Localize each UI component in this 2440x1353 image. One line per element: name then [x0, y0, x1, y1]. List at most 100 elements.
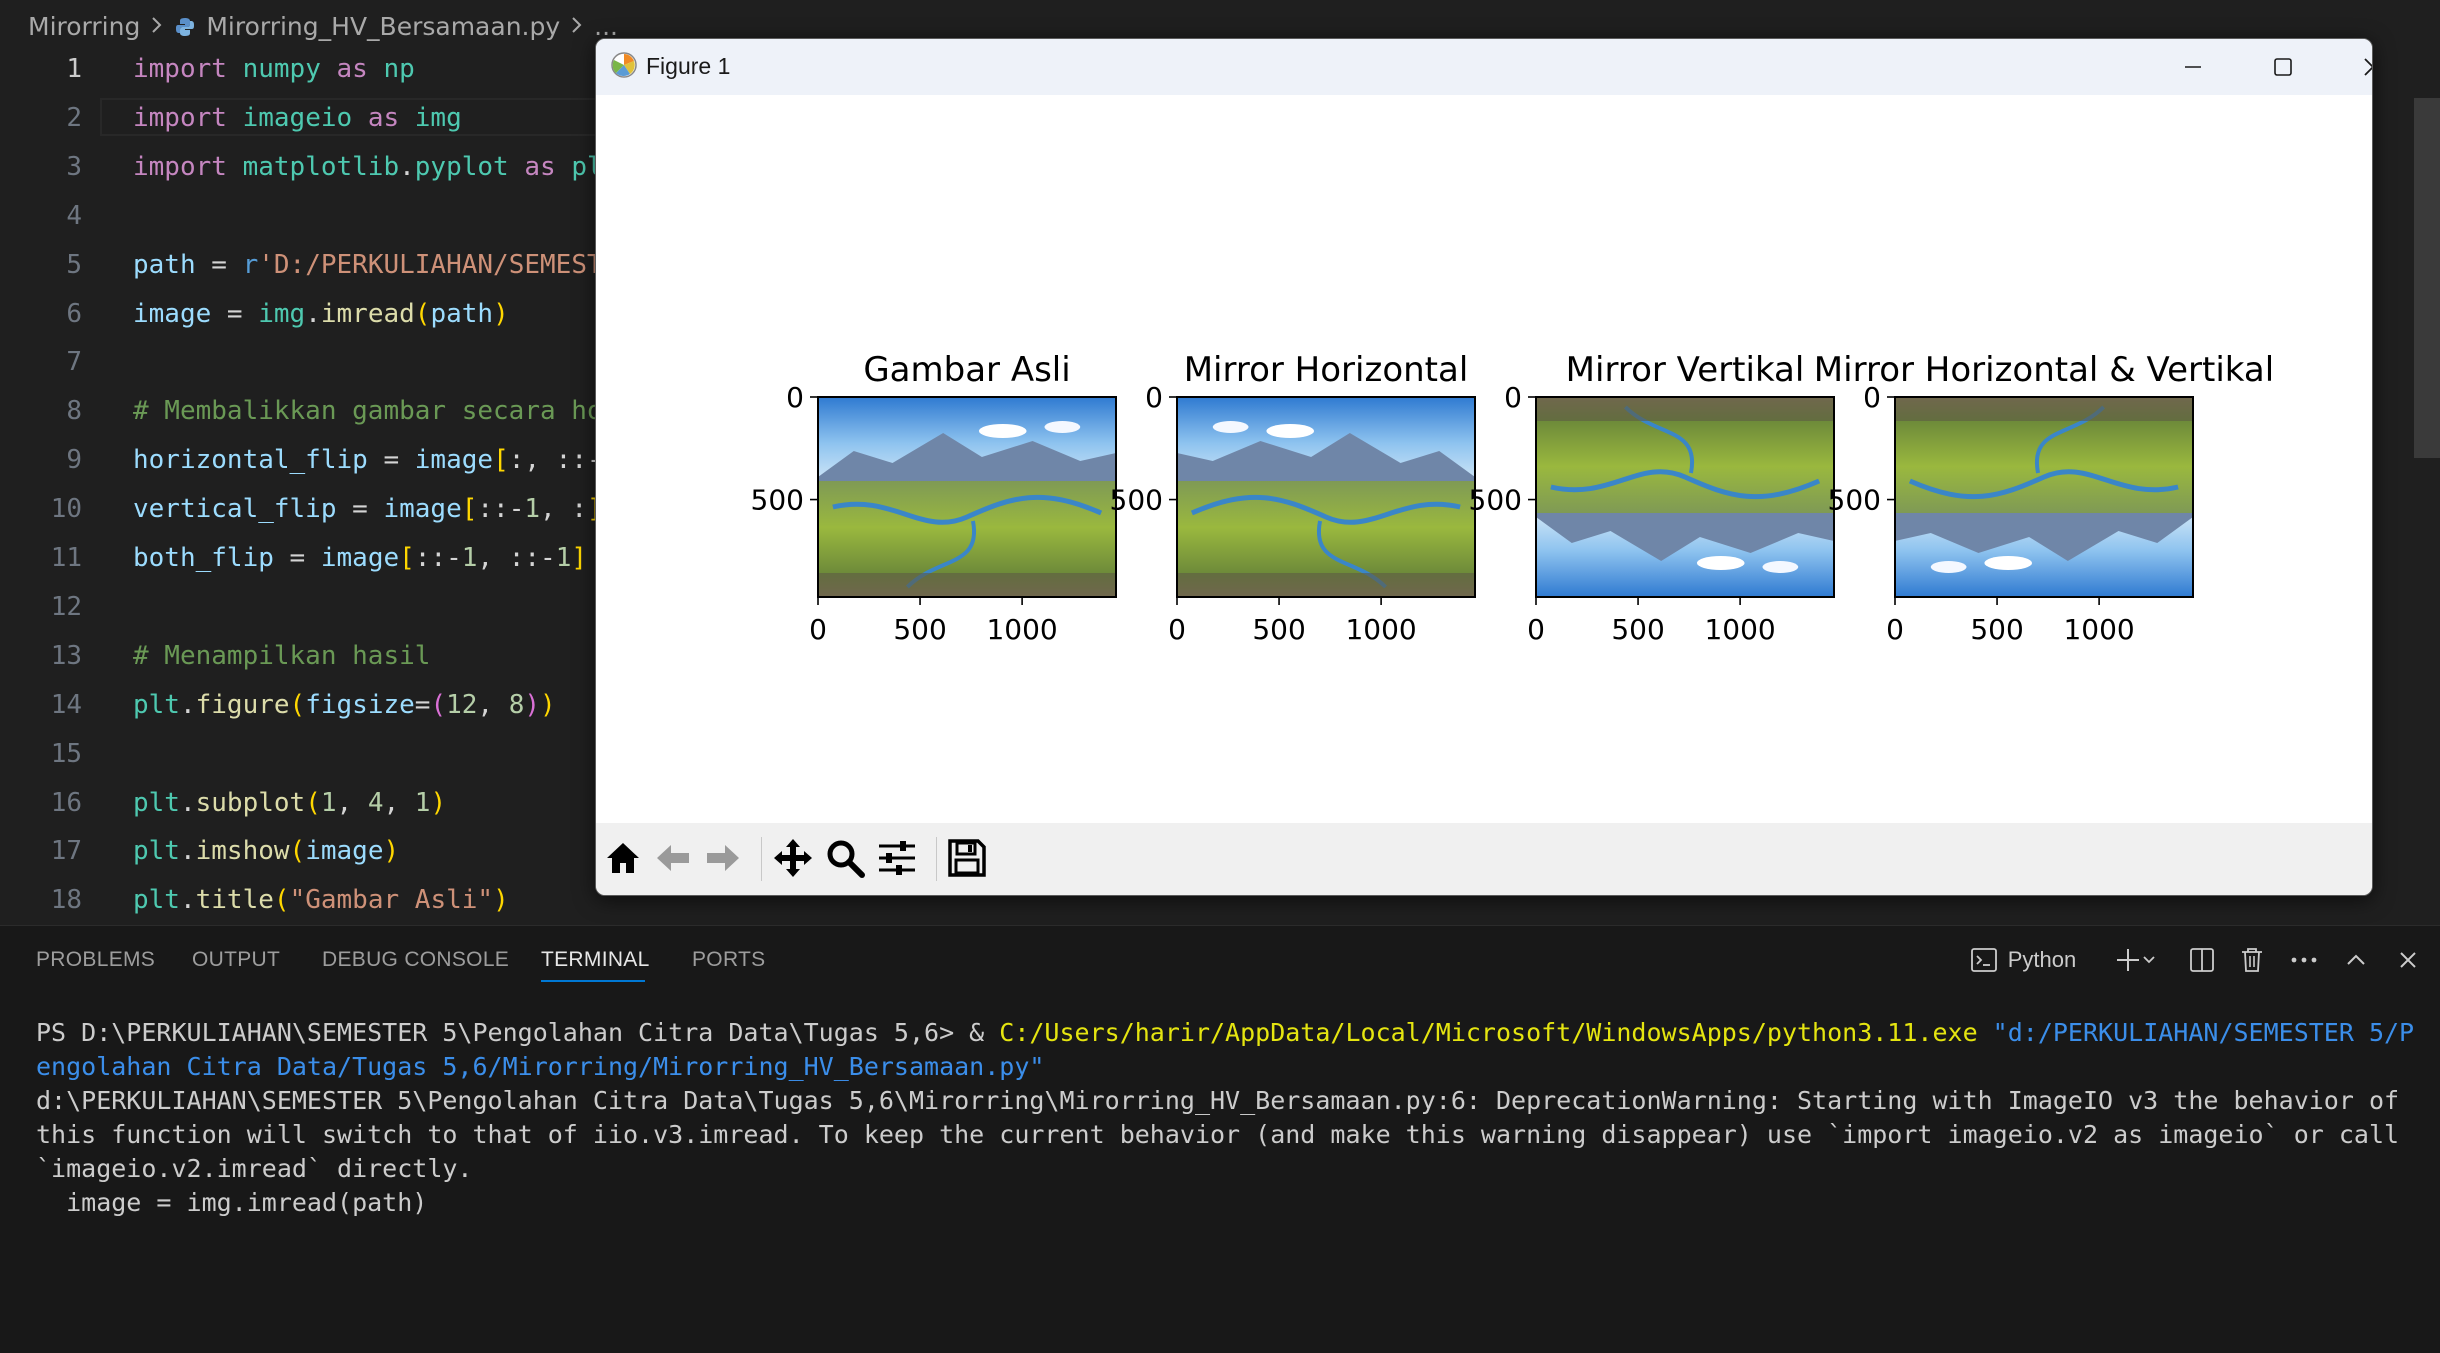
active-tab-indicator — [541, 980, 645, 982]
bottom-panel: PROBLEMS OUTPUT DEBUG CONSOLE TERMINAL P… — [0, 925, 2440, 1353]
terminal-icon — [1970, 948, 1997, 972]
line-number: 1 — [66, 54, 82, 84]
subplot-title: Mirror Horizontal & Vertikal — [1814, 350, 2274, 390]
matplotlib-figure-window[interactable]: Figure 1 Gambar Asli 0 500 1000 0 500 Mi… — [595, 38, 2373, 896]
subplot: Mirror Horizontal & Vertikal0 500 10000500 — [1814, 350, 2274, 646]
more-actions-button[interactable] — [2282, 940, 2326, 980]
tab-debug-console[interactable]: DEBUG CONSOLE — [322, 948, 509, 972]
cloud — [978, 424, 1027, 438]
x-tick-label: 500 — [1252, 613, 1305, 646]
subplot: Gambar Asli 0 500 1000 0 500 — [751, 350, 1117, 646]
subplots: Gambar Asli 0 500 1000 0 500 Mirror Horizontal… — [751, 350, 2275, 646]
line-number: 10 — [50, 494, 82, 525]
line-number: 18 — [50, 885, 82, 916]
figure-title: Figure 1 — [646, 53, 731, 79]
maximize-panel-button[interactable] — [2334, 940, 2378, 980]
pan-button[interactable] — [770, 835, 816, 881]
close-panel-button[interactable] — [2386, 940, 2430, 980]
cloud — [1930, 561, 1967, 573]
forward-button[interactable] — [700, 835, 746, 881]
kill-terminal-button[interactable] — [2230, 940, 2274, 980]
code-text: plt.figure(figsize=(12, 8)) — [133, 689, 556, 720]
code-text: plt.imshow(image) — [133, 836, 400, 867]
configure-subplots-button[interactable] — [874, 835, 920, 881]
subplot: Mirror Horizontal 0 500 1000 0 500 — [1110, 350, 1476, 646]
image-content — [1895, 397, 2193, 597]
foreground — [818, 573, 1116, 597]
minimize-button[interactable] — [2148, 39, 2238, 95]
cloud — [1696, 556, 1745, 570]
line-number: 9 — [66, 445, 82, 476]
x-tick-label: 0 — [1527, 613, 1545, 646]
split-icon — [2190, 948, 2214, 972]
zoom-icon — [827, 840, 865, 878]
code-text: # Menampilkan hasil — [133, 640, 431, 671]
python-file-icon — [174, 15, 196, 37]
close-button[interactable] — [2328, 39, 2372, 95]
matplotlib-app-icon — [610, 51, 638, 79]
x-tick-label: 0 — [809, 613, 827, 646]
terminal-exe-path: C:/Users/harir/AppData/Local/Microsoft/W… — [999, 1018, 1978, 1047]
breadcrumb-file[interactable]: Mirorring_HV_Bersamaan.py — [206, 12, 560, 41]
new-terminal-button[interactable] — [2106, 940, 2166, 980]
subplot-title: Gambar Asli — [863, 350, 1070, 390]
tab-terminal[interactable]: TERMINAL — [541, 948, 650, 972]
zoom-button[interactable] — [822, 835, 868, 881]
y-tick-label: 500 — [1469, 484, 1522, 517]
code-text: import matplotlib.pyplot as pl — [133, 151, 603, 182]
save-icon — [948, 839, 986, 877]
split-terminal-button[interactable] — [2180, 940, 2224, 980]
image-content — [1536, 397, 1834, 597]
back-arrow-icon — [657, 845, 689, 871]
line-number: 13 — [50, 640, 82, 671]
tab-ports[interactable]: PORTS — [692, 948, 765, 972]
maximize-icon — [2274, 58, 2292, 76]
line-number: 5 — [66, 249, 82, 280]
home-button[interactable] — [600, 835, 646, 881]
pan-icon — [774, 839, 812, 877]
editor-scrollbar[interactable] — [2414, 98, 2440, 458]
figure-canvas[interactable]: Gambar Asli 0 500 1000 0 500 Mirror Horizontal… — [596, 95, 2372, 823]
line-number: 6 — [66, 298, 82, 329]
toolbar-separator — [761, 837, 762, 881]
subplot-image — [1895, 397, 2193, 597]
subplot-image — [818, 397, 1116, 597]
line-number: 11 — [50, 543, 82, 573]
figure-titlebar[interactable]: Figure 1 — [596, 39, 2372, 95]
cloud — [1044, 421, 1081, 433]
line-number: 15 — [50, 738, 82, 769]
close-icon — [2364, 58, 2372, 76]
save-button[interactable] — [944, 835, 990, 881]
line-number: 3 — [66, 151, 82, 182]
chevron-up-icon — [2347, 954, 2365, 965]
x-tick-label: 1000 — [986, 613, 1057, 646]
x-tick-label: 500 — [893, 613, 946, 646]
chevron-right-icon — [570, 12, 584, 41]
terminal-output[interactable]: PS D:\PERKULIAHAN\SEMESTER 5\Pengolahan … — [36, 1016, 2414, 1220]
toolbar-separator — [936, 837, 937, 881]
chevron-right-icon — [150, 12, 164, 41]
y-tick-label: 500 — [1828, 484, 1881, 517]
x-tick-label: 1000 — [2063, 613, 2134, 646]
y-tick-label: 0 — [1863, 381, 1881, 414]
image-content — [1177, 397, 1475, 597]
ellipsis-icon — [2291, 957, 2317, 963]
line-number: 12 — [50, 591, 82, 622]
y-tick-label: 0 — [786, 381, 804, 414]
tab-output[interactable]: OUTPUT — [192, 948, 280, 972]
breadcrumb-more[interactable]: ... — [594, 12, 618, 41]
line-number: 4 — [66, 200, 82, 231]
breadcrumb-folder[interactable]: Mirorring — [28, 12, 140, 41]
close-icon — [2400, 952, 2416, 968]
x-tick-label: 1000 — [1345, 613, 1416, 646]
back-button[interactable] — [650, 835, 696, 881]
terminal-prompt: PS D:\PERKULIAHAN\SEMESTER 5\Pengolahan … — [36, 1018, 1000, 1047]
minimize-icon — [2185, 66, 2201, 68]
y-tick-label: 500 — [1110, 484, 1163, 517]
terminal-shell-selector[interactable]: Python — [1948, 940, 2098, 980]
line-number: 8 — [66, 396, 82, 427]
subplot-image — [1536, 397, 1834, 597]
tab-problems[interactable]: PROBLEMS — [36, 948, 155, 972]
maximize-button[interactable] — [2238, 39, 2328, 95]
terminal-line: d:\PERKULIAHAN\SEMESTER 5\Pengolahan Cit… — [36, 1086, 2400, 1115]
